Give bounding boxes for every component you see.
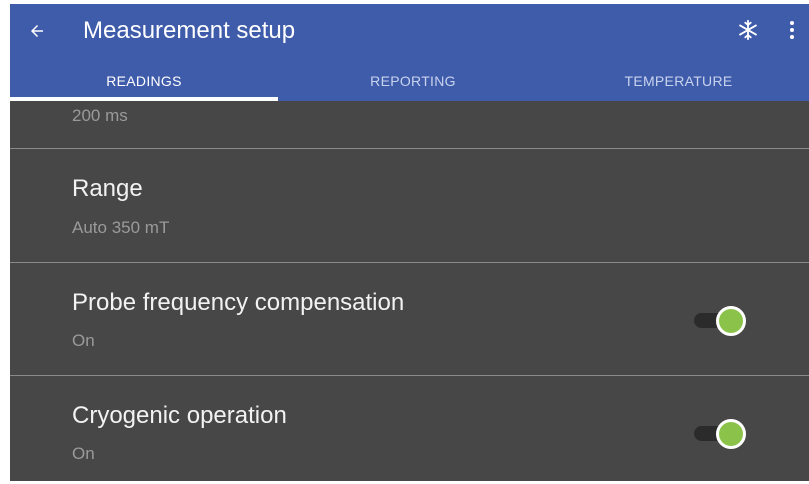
setting-row-range[interactable]: Range Auto 350 mT (10, 149, 809, 262)
page-title: Measurement setup (83, 17, 296, 44)
settings-list[interactable]: 200 ms Range Auto 350 mT Probe frequency… (10, 101, 809, 481)
setting-row-probe-frequency-compensation[interactable]: Probe frequency compensation On (10, 263, 809, 375)
arrow-left-icon (31, 25, 43, 37)
setting-value: Auto 350 mT (72, 218, 170, 237)
back-button[interactable] (22, 16, 52, 46)
tab-readings[interactable]: READINGS (10, 60, 278, 101)
setting-title: Cryogenic operation (72, 402, 287, 429)
tab-reporting[interactable]: REPORTING (278, 60, 548, 101)
snowflake-icon (739, 19, 757, 41)
tab-temperature[interactable]: TEMPERATURE (548, 60, 809, 101)
more-options-button[interactable] (780, 14, 804, 46)
toggle-thumb (716, 419, 746, 449)
setting-value: 200 ms (72, 106, 128, 125)
more-vertical-icon (790, 21, 794, 39)
probe-frequency-compensation-toggle[interactable] (694, 303, 748, 337)
setting-title: Range (72, 175, 143, 202)
toolbar: Measurement setup (10, 4, 809, 60)
app-window: Measurement setup READINGS REPORTING TEM… (10, 4, 809, 481)
setting-title: Probe frequency compensation (72, 289, 405, 316)
setting-row-cryogenic-operation[interactable]: Cryogenic operation On (10, 376, 809, 481)
setting-value: On (72, 331, 95, 350)
setting-row-interval[interactable]: 200 ms (10, 101, 809, 148)
freeze-button[interactable] (732, 14, 764, 46)
toggle-thumb (716, 306, 746, 336)
cryogenic-operation-toggle[interactable] (694, 416, 748, 450)
app-bar: Measurement setup READINGS REPORTING TEM… (10, 4, 809, 101)
setting-value: On (72, 444, 95, 463)
tab-bar: READINGS REPORTING TEMPERATURE (10, 60, 809, 101)
